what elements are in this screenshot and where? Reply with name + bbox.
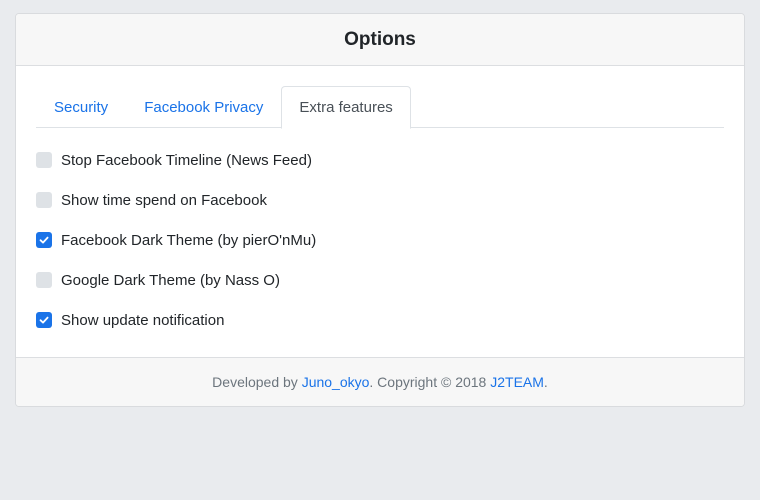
author-link[interactable]: Juno_okyo xyxy=(302,374,370,390)
checkbox-stop-timeline[interactable] xyxy=(36,152,52,168)
option-show-time-spend[interactable]: Show time spend on Facebook xyxy=(36,180,724,220)
tab-bar: Security Facebook Privacy Extra features xyxy=(36,86,724,129)
options-card: Options Security Facebook Privacy Extra … xyxy=(15,13,745,407)
card-header: Options xyxy=(16,14,744,66)
card-footer: Developed by Juno_okyo. Copyright © 2018… xyxy=(16,357,744,406)
tab-extra-features[interactable]: Extra features xyxy=(281,86,411,129)
option-google-dark-theme[interactable]: Google Dark Theme (by Nass O) xyxy=(36,260,724,300)
option-label: Facebook Dark Theme (by pierO'nMu) xyxy=(61,231,317,249)
footer-copyright: . Copyright © 2018 xyxy=(369,374,487,390)
option-facebook-dark-theme[interactable]: Facebook Dark Theme (by pierO'nMu) xyxy=(36,220,724,260)
checkmark-icon xyxy=(39,236,49,244)
org-link[interactable]: J2TEAM xyxy=(490,374,544,390)
checkbox-update-notification[interactable] xyxy=(36,312,52,328)
footer-suffix: . xyxy=(543,374,548,390)
tab-facebook-privacy[interactable]: Facebook Privacy xyxy=(126,86,281,128)
options-list: Stop Facebook Timeline (News Feed) Show … xyxy=(36,128,724,340)
checkbox-show-time-spend[interactable] xyxy=(36,192,52,208)
footer-prefix: Developed by xyxy=(212,374,298,390)
option-label: Show update notification xyxy=(61,311,225,329)
option-update-notification[interactable]: Show update notification xyxy=(36,300,724,340)
tab-security[interactable]: Security xyxy=(36,86,126,128)
page-title: Options xyxy=(344,28,416,50)
option-stop-timeline[interactable]: Stop Facebook Timeline (News Feed) xyxy=(36,140,724,180)
option-label: Google Dark Theme (by Nass O) xyxy=(61,271,280,289)
checkbox-google-dark-theme[interactable] xyxy=(36,272,52,288)
option-label: Show time spend on Facebook xyxy=(61,191,267,209)
checkmark-icon xyxy=(39,316,49,324)
checkbox-facebook-dark-theme[interactable] xyxy=(36,232,52,248)
option-label: Stop Facebook Timeline (News Feed) xyxy=(61,151,312,169)
card-body: Security Facebook Privacy Extra features… xyxy=(16,66,744,357)
